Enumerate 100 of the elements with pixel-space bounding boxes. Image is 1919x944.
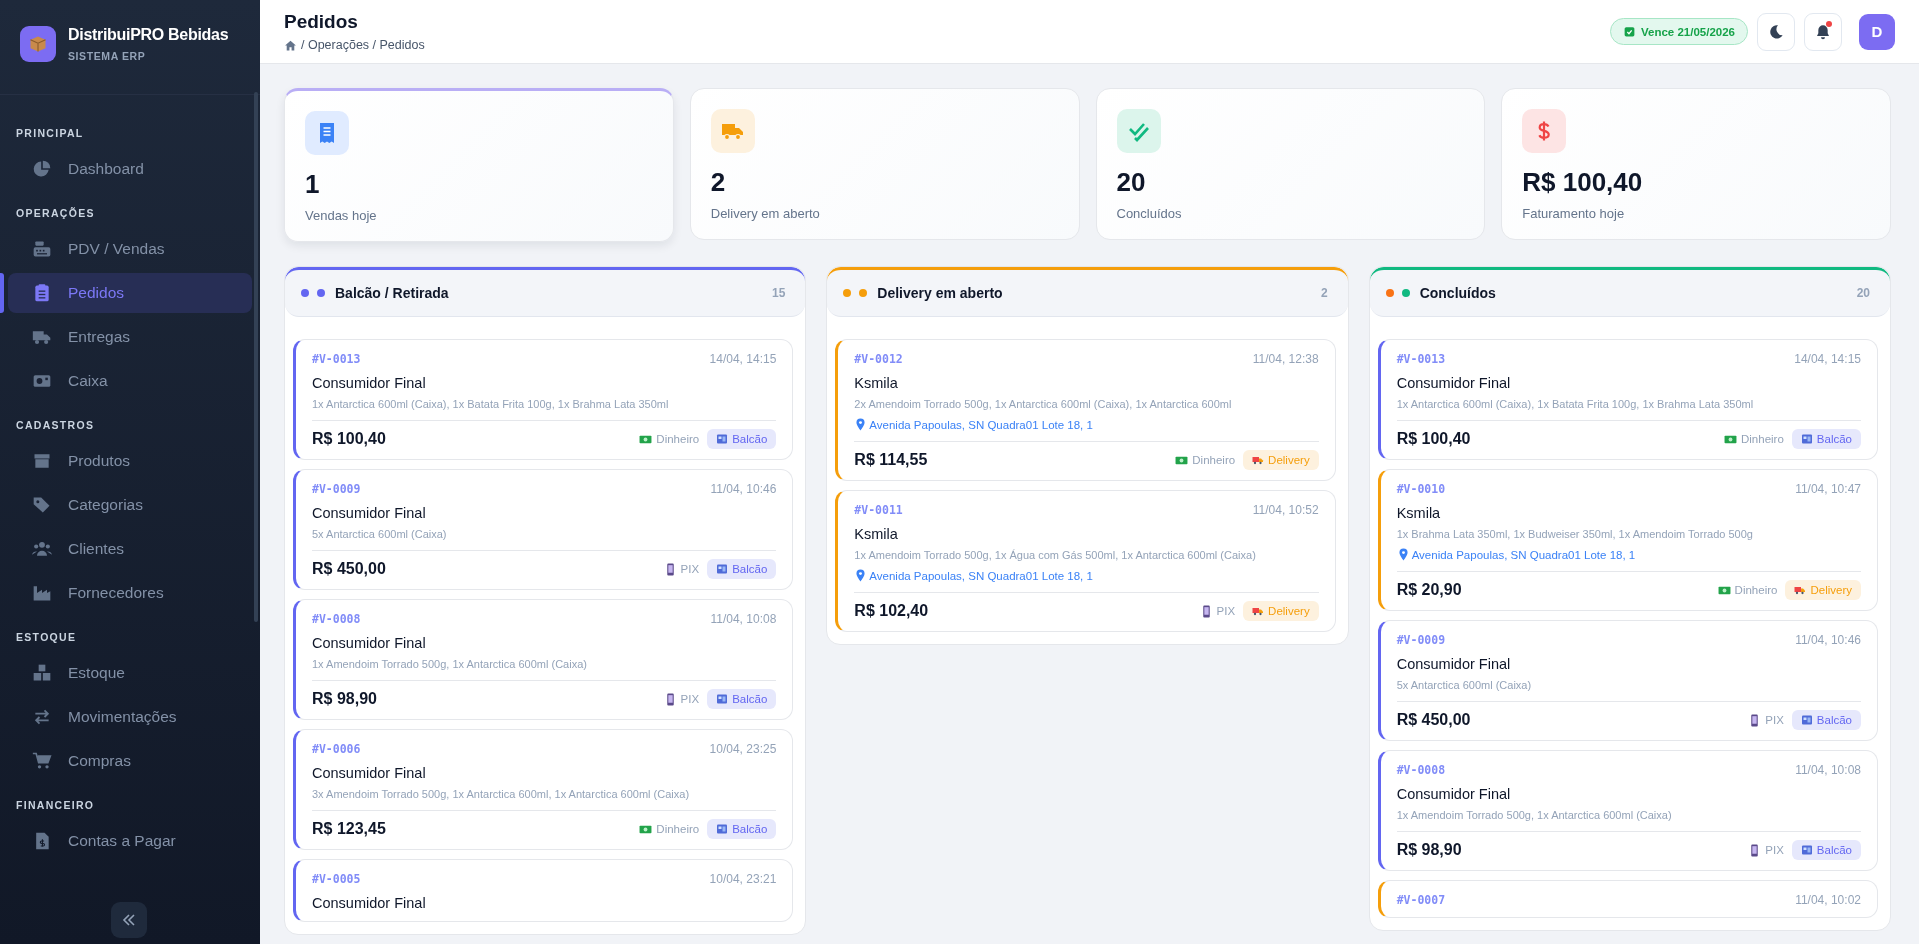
order-id: #V-0012 bbox=[854, 352, 903, 366]
order-time: 11/04, 10:02 bbox=[1795, 893, 1861, 907]
column-count: 15 bbox=[771, 286, 786, 300]
order-total: R$ 114,55 bbox=[854, 451, 928, 469]
stat-value: 2 bbox=[710, 167, 727, 198]
payment-method: Dinheiro bbox=[656, 433, 700, 445]
order-time: 10/04, 23:25 bbox=[709, 742, 777, 756]
box-logo-icon bbox=[20, 26, 56, 62]
column-title: Delivery em aberto bbox=[877, 285, 1004, 301]
order-id: #V-0013 bbox=[312, 352, 361, 366]
map-pin-icon bbox=[854, 569, 868, 582]
nav-item[interactable]: Estoque bbox=[8, 653, 252, 693]
nav-item[interactable]: Produtos bbox=[8, 441, 252, 481]
order-type-tag: Balcão bbox=[1791, 840, 1861, 860]
stat-label: Concluídos bbox=[1116, 206, 1183, 221]
user-avatar[interactable]: D bbox=[1859, 13, 1895, 50]
order-card[interactable]: #V-0008 11/04, 10:08 Consumidor Final 1x Amendoim Torrado 500g, 1x Antarctica 600ml (Caixa) R$ 98,90 PIX Balcão bbox=[293, 599, 794, 720]
nav-item[interactable]: Categorias bbox=[8, 485, 252, 525]
order-total: R$ 102,40 bbox=[854, 602, 929, 620]
clipboard-icon bbox=[32, 283, 52, 303]
order-card[interactable]: #V-0005 10/04, 23:21 Consumidor Final bbox=[293, 859, 794, 922]
order-id: #V-0008 bbox=[312, 612, 361, 626]
order-card[interactable]: #V-0013 14/04, 14:15 Consumidor Final 1x Antarctica 600ml (Caixa), 1x Batata Frita 100g, 1x Brahma Lata 350ml R$ 100,40 Dinheiro Balcão bbox=[1377, 339, 1878, 460]
delivery-address: Avenida Papoulas, SN Quadra01 Lote 18, 1 bbox=[869, 569, 1093, 582]
payment-method: PIX bbox=[680, 563, 700, 575]
order-items: 2x Amendoim Torrado 500g, 1x Antarctica 600ml (Caixa), 1x Antarctica 600ml bbox=[854, 398, 1233, 410]
pie-chart-icon bbox=[32, 159, 52, 179]
order-id: #V-0009 bbox=[1396, 633, 1446, 647]
nav-item[interactable]: Movimentações bbox=[8, 697, 252, 737]
nav-item[interactable]: Entregas bbox=[8, 317, 252, 357]
factory-icon bbox=[32, 583, 52, 603]
nav-item[interactable]: Contas a Pagar bbox=[8, 821, 252, 861]
moon-icon bbox=[1768, 23, 1784, 40]
nav-item[interactable]: Dashboard bbox=[8, 149, 252, 189]
nav-item[interactable]: Clientes bbox=[8, 529, 252, 569]
payment-method: PIX bbox=[680, 693, 700, 705]
license-badge: Vence 21/05/2026 bbox=[1610, 18, 1748, 45]
shop-icon bbox=[1800, 714, 1813, 726]
delivery-address: Avenida Papoulas, SN Quadra01 Lote 18, 1 bbox=[1411, 548, 1636, 561]
order-card[interactable]: #V-0006 10/04, 23:25 Consumidor Final 3x Amendoim Torrado 500g, 1x Antarctica 600ml, 1x Antarctica 600ml (Caixa) R$ 123,45 Dinheiro Balcão bbox=[293, 729, 794, 850]
collapse-button[interactable] bbox=[111, 902, 147, 938]
order-time: 11/04, 10:46 bbox=[1795, 633, 1861, 647]
order-id: #V-0009 bbox=[312, 482, 361, 496]
nav-item[interactable]: Fornecedores bbox=[8, 573, 252, 613]
scrollbar[interactable] bbox=[254, 92, 258, 622]
payment-method: Dinheiro bbox=[1734, 584, 1778, 596]
stat-label: Vendas hoje bbox=[305, 208, 378, 223]
order-type-tag: Delivery bbox=[1785, 580, 1861, 600]
order-type-tag: Balcão bbox=[707, 559, 777, 579]
customer-name: Consumidor Final bbox=[312, 635, 427, 651]
order-time: 10/04, 23:21 bbox=[709, 872, 777, 886]
order-card[interactable]: #V-0013 14/04, 14:15 Consumidor Final 1x Antarctica 600ml (Caixa), 1x Batata Frita 100g, 1x Brahma Lata 350ml R$ 100,40 Dinheiro Balcão bbox=[293, 339, 794, 460]
order-items: 1x Antarctica 600ml (Caixa), 1x Batata Frita 100g, 1x Brahma Lata 350ml bbox=[1396, 398, 1755, 410]
tags-icon bbox=[32, 495, 52, 515]
nav-item[interactable]: PDV / Vendas bbox=[8, 229, 252, 269]
order-card[interactable]: #V-0007 11/04, 10:02 bbox=[1377, 880, 1878, 918]
order-card[interactable]: #V-0011 11/04, 10:52 Ksmila 1x Amendoim Torrado 500g, 1x Água com Gás 500ml, 1x Antarctica 600ml (Caixa) Avenida Papoulas, SN Quadra01 Lote 18, 1 R$ 102,40 PIX Delivery bbox=[835, 490, 1336, 632]
payment-method: Dinheiro bbox=[656, 823, 700, 835]
order-items: 1x Amendoim Torrado 500g, 1x Água com Gás 500ml, 1x Antarctica 600ml (Caixa) bbox=[854, 549, 1257, 561]
order-total: R$ 100,40 bbox=[1396, 430, 1471, 448]
order-card[interactable]: #V-0012 11/04, 12:38 Ksmila 2x Amendoim Torrado 500g, 1x Antarctica 600ml (Caixa), 1x Antarctica 600ml Avenida Papoulas, SN Quadra01 Lote 18, 1 R$ 114,55 Dinheiro Delivery bbox=[835, 339, 1336, 481]
column-title: Balcão / Retirada bbox=[335, 285, 450, 301]
order-card[interactable]: #V-0010 11/04, 10:47 Ksmila 1x Brahma Lata 350ml, 1x Budweiser 350ml, 1x Amendoim Torrado 500g Avenida Papoulas, SN Quadra01 Lote 18, 1 R$ 20,90 Dinheiro Delivery bbox=[1377, 469, 1878, 611]
shop-icon bbox=[716, 433, 729, 445]
shop-icon bbox=[1800, 433, 1813, 445]
order-card[interactable]: #V-0008 11/04, 10:08 Consumidor Final 1x Amendoim Torrado 500g, 1x Antarctica 600ml (Caixa) R$ 98,90 PIX Balcão bbox=[1377, 750, 1878, 871]
home-icon[interactable] bbox=[284, 38, 297, 52]
map-pin-icon bbox=[854, 418, 868, 431]
order-type-tag: Delivery bbox=[1243, 601, 1319, 621]
order-total: R$ 123,45 bbox=[312, 820, 386, 838]
shop-icon bbox=[716, 823, 729, 835]
order-items: 1x Brahma Lata 350ml, 1x Budweiser 350ml, 1x Amendoim Torrado 500g bbox=[1396, 528, 1754, 540]
order-card[interactable]: #V-0009 11/04, 10:46 Consumidor Final 5x Antarctica 600ml (Caixa) R$ 450,00 PIX Balcão bbox=[293, 469, 794, 590]
breadcrumb: / Operações / Pedidos bbox=[301, 38, 425, 52]
order-items: 5x Antarctica 600ml (Caixa) bbox=[312, 528, 448, 540]
nav-item[interactable]: Compras bbox=[8, 741, 252, 781]
payment-method: Dinheiro bbox=[1192, 454, 1236, 466]
order-id: #V-0010 bbox=[1396, 482, 1446, 496]
theme-toggle-button[interactable] bbox=[1757, 12, 1795, 51]
nav-item[interactable]: Pedidos bbox=[8, 273, 252, 313]
truck-icon bbox=[1794, 584, 1807, 596]
order-id: #V-0006 bbox=[312, 742, 361, 756]
users-icon bbox=[32, 539, 52, 559]
order-total: R$ 98,90 bbox=[1396, 841, 1462, 859]
box-icon bbox=[32, 451, 52, 471]
order-total: R$ 450,00 bbox=[312, 560, 386, 578]
nav-item[interactable]: Caixa bbox=[8, 361, 252, 401]
order-items: 3x Amendoim Torrado 500g, 1x Antarctica 600ml, 1x Antarctica 600ml (Caixa) bbox=[312, 788, 691, 800]
order-type-tag: Balcão bbox=[707, 689, 777, 709]
customer-name: Ksmila bbox=[854, 375, 899, 391]
order-items: 1x Antarctica 600ml (Caixa), 1x Batata Frita 100g, 1x Brahma Lata 350ml bbox=[312, 398, 670, 410]
customer-name: Ksmila bbox=[1396, 505, 1442, 521]
notifications-button[interactable] bbox=[1804, 12, 1842, 51]
order-card[interactable]: #V-0009 11/04, 10:46 Consumidor Final 5x Antarctica 600ml (Caixa) R$ 450,00 PIX Balcão bbox=[1377, 620, 1878, 741]
payment-method: Dinheiro bbox=[1741, 433, 1784, 445]
map-pin-icon bbox=[1396, 548, 1410, 561]
order-time: 11/04, 10:46 bbox=[710, 482, 777, 496]
order-id: #V-0008 bbox=[1396, 763, 1446, 777]
customer-name: Ksmila bbox=[854, 526, 899, 542]
shop-icon bbox=[716, 563, 729, 575]
